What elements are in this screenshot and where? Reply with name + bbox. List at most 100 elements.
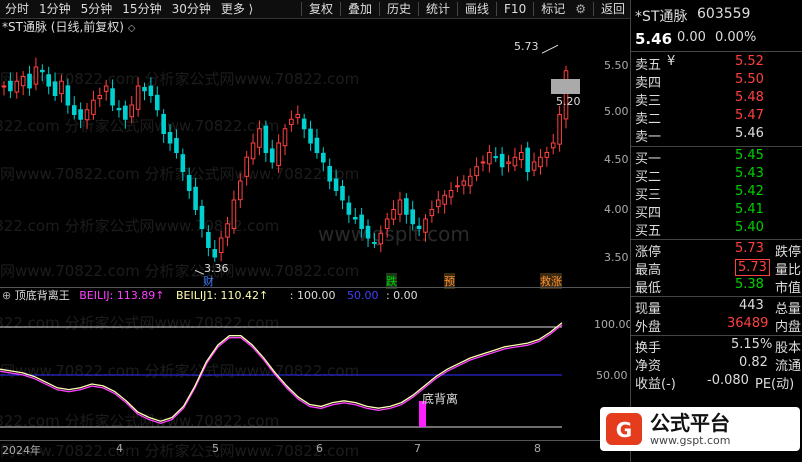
candle-body xyxy=(525,147,530,173)
tab-1min[interactable]: 1分钟 xyxy=(34,0,76,18)
indicator-axis-label: 100.00 xyxy=(594,318,633,331)
bid-row-4: 买四 5.41 xyxy=(631,202,802,221)
candle-body xyxy=(91,99,96,115)
back-button[interactable]: 返回 xyxy=(596,0,630,18)
candle-body xyxy=(123,105,128,120)
stat-row: 收益(-) -0.080 PE(动) xyxy=(631,373,802,392)
tab-intraday[interactable]: 分时 xyxy=(0,0,34,18)
bid-label: 买一 xyxy=(635,152,662,167)
bid-row-2: 买二 5.43 xyxy=(631,166,802,185)
candle-body xyxy=(327,166,333,182)
ask-price: 5.46 xyxy=(735,126,764,141)
stats-button[interactable]: 统计 xyxy=(421,0,455,18)
indicator-name[interactable]: 顶底背离王 xyxy=(15,289,70,302)
candle-body xyxy=(282,128,288,147)
tab-15min[interactable]: 15分钟 xyxy=(117,0,166,18)
candle-body xyxy=(289,118,294,126)
candle-body xyxy=(154,94,160,111)
ask-label: 卖一 xyxy=(635,130,662,145)
high-pointer xyxy=(541,44,559,54)
candle-body xyxy=(410,209,416,225)
stat-label-2: 跌停 xyxy=(775,245,802,260)
bid-price: 5.45 xyxy=(735,148,764,163)
stat-label: 换手 xyxy=(635,341,662,356)
candle-body xyxy=(20,76,26,87)
divergence-indicator-chart xyxy=(0,322,563,428)
ask-row-1: 卖一 5.46 xyxy=(631,126,802,145)
x-axis-label: 7 xyxy=(414,442,421,455)
candle-body xyxy=(142,86,147,92)
price-axis-label: 3.50 xyxy=(604,251,629,264)
bid-label: 买四 xyxy=(635,206,662,221)
stat-row: 净资 0.82 流通 xyxy=(631,355,802,374)
candle-body xyxy=(461,180,467,186)
indicator-beilij1: BEILIJ1: 110.42↑ xyxy=(176,289,269,302)
candle-body xyxy=(161,113,166,134)
candle-body xyxy=(180,154,186,173)
ask-label: 卖二 xyxy=(635,112,662,127)
price-axis-label: 4.00 xyxy=(604,203,629,216)
bid-price: 5.40 xyxy=(735,220,764,235)
f10-button[interactable]: F10 xyxy=(499,0,531,18)
draw-line-button[interactable]: 画线 xyxy=(460,0,494,18)
tab-30min[interactable]: 30分钟 xyxy=(167,0,216,18)
current-price-label: 5.20 xyxy=(556,95,581,108)
candle-body xyxy=(455,185,460,188)
indicator-beilij: BEILIJ: 113.89↑ xyxy=(79,289,165,302)
bid-row-1: 买一 5.45 xyxy=(631,148,802,167)
gear-icon[interactable]: ⚙ xyxy=(570,0,591,18)
stat-value: 443 xyxy=(739,298,764,313)
stat-label-2: 股本 xyxy=(775,341,802,356)
candle-body xyxy=(404,198,409,215)
panel-divider xyxy=(631,51,802,52)
candle-body xyxy=(340,185,345,201)
candle-body xyxy=(372,241,377,244)
pane-divider xyxy=(0,287,630,288)
candle-body xyxy=(480,161,486,164)
candle-body xyxy=(493,156,499,159)
candle-body xyxy=(116,107,122,111)
current-price-box xyxy=(551,79,580,94)
stock-header: *ST通脉 603559 xyxy=(631,6,802,25)
candle-body xyxy=(40,69,45,73)
quote-panel: *ST通脉 603559 5.46 0.00 0.00% 卖五 ¥5.52 卖四 5… xyxy=(630,0,802,462)
ask-row-5: 卖五 ¥5.52 xyxy=(631,54,802,73)
candle-body xyxy=(33,66,39,85)
svg-text:G: G xyxy=(616,418,632,442)
high-price-label: 5.73 xyxy=(514,40,539,53)
ask-row-3: 卖三 5.48 xyxy=(631,90,802,109)
candle-body xyxy=(448,190,454,198)
panel-divider xyxy=(631,146,802,147)
indicator-line-0: : 0.00 xyxy=(385,289,418,302)
tab-more[interactable]: 更多 ⟩ xyxy=(216,0,259,18)
indicator-expand-icon[interactable]: ⊕ xyxy=(2,289,15,302)
mark-button[interactable]: 标记 xyxy=(536,0,570,18)
candle-body xyxy=(8,80,13,92)
restore-rights-button[interactable]: 复权 xyxy=(304,0,338,18)
settings-circle-icon[interactable]: ◇ xyxy=(128,23,136,34)
chart-title: *ST通脉 (日线,前复权) ◇ xyxy=(2,19,135,35)
candle-body xyxy=(308,128,313,144)
stat-label-2: 量比 xyxy=(775,263,802,278)
ask-price: 5.47 xyxy=(735,108,764,123)
brand-name: 公式平台 xyxy=(650,410,730,435)
candle-body xyxy=(110,88,115,106)
candle-body xyxy=(346,202,352,215)
history-button[interactable]: 历史 xyxy=(382,0,416,18)
overlay-button[interactable]: 叠加 xyxy=(343,0,377,18)
toolbar-divider xyxy=(378,2,380,16)
toolbar-divider xyxy=(300,2,302,16)
candle-body xyxy=(78,109,83,120)
candle-body xyxy=(206,231,211,248)
candle-body xyxy=(269,148,275,163)
candle-body xyxy=(174,138,179,153)
price-axis-label: 5.50 xyxy=(604,59,629,72)
x-axis-label: 6 xyxy=(316,442,323,455)
tab-5min[interactable]: 5分钟 xyxy=(76,0,118,18)
candle-body xyxy=(550,142,556,149)
candle-body xyxy=(352,216,358,220)
stat-label-2: 内盘 xyxy=(775,320,802,335)
candle-body xyxy=(474,166,479,177)
stat-value: 5.73 xyxy=(735,241,764,256)
candle-body xyxy=(71,105,77,116)
